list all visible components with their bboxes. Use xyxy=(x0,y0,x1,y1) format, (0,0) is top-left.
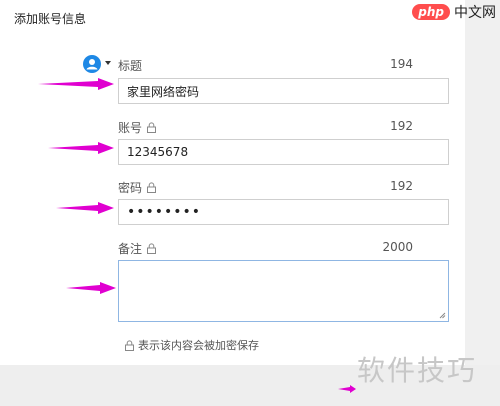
annotation-arrow xyxy=(48,142,114,154)
lock-icon xyxy=(147,182,157,193)
account-label-text: 账号 xyxy=(118,121,143,135)
site-name: 中文网 xyxy=(454,5,496,21)
resize-grip-icon[interactable] xyxy=(439,312,446,319)
password-count: 192 xyxy=(390,179,413,193)
annotation-arrow xyxy=(66,282,116,294)
add-account-dialog: 添加账号信息 标题 194 家里网络密码 账号 192 12345678 密码 … xyxy=(0,0,465,406)
dialog-title: 添加账号信息 xyxy=(14,12,87,26)
php-badge: php xyxy=(412,4,450,20)
title-label-text: 标题 xyxy=(118,59,143,73)
annotation-arrow xyxy=(56,202,114,214)
lock-icon xyxy=(147,122,157,133)
password-input[interactable]: •••••••• xyxy=(118,199,449,225)
note-label: 备注 xyxy=(118,240,157,257)
password-label-text: 密码 xyxy=(118,181,143,195)
title-label: 标题 xyxy=(118,57,142,74)
chevron-down-icon[interactable] xyxy=(105,61,111,65)
php-cn-logo: php 中文网 xyxy=(412,2,496,22)
note-label-text: 备注 xyxy=(118,242,143,256)
annotation-arrow xyxy=(338,385,356,393)
account-input-value: 12345678 xyxy=(127,145,189,159)
title-count: 194 xyxy=(390,57,413,71)
right-gutter xyxy=(465,0,500,406)
title-input[interactable]: 家里网络密码 xyxy=(118,78,449,104)
lock-icon xyxy=(125,339,134,351)
note-count: 2000 xyxy=(382,240,413,254)
annotation-arrow xyxy=(38,78,114,90)
lock-icon xyxy=(147,243,157,254)
encryption-note: 表示该内容会被加密保存 xyxy=(124,337,259,353)
password-input-value: •••••••• xyxy=(127,204,202,220)
account-input[interactable]: 12345678 xyxy=(118,139,449,165)
encryption-note-text: 表示该内容会被加密保存 xyxy=(138,339,259,352)
account-count: 192 xyxy=(390,119,413,133)
avatar-icon[interactable] xyxy=(83,55,101,73)
password-label: 密码 xyxy=(118,179,157,196)
note-textarea[interactable] xyxy=(118,260,449,322)
title-input-value: 家里网络密码 xyxy=(127,84,200,99)
account-label: 账号 xyxy=(118,119,157,136)
watermark: 软件技巧 xyxy=(357,354,478,387)
